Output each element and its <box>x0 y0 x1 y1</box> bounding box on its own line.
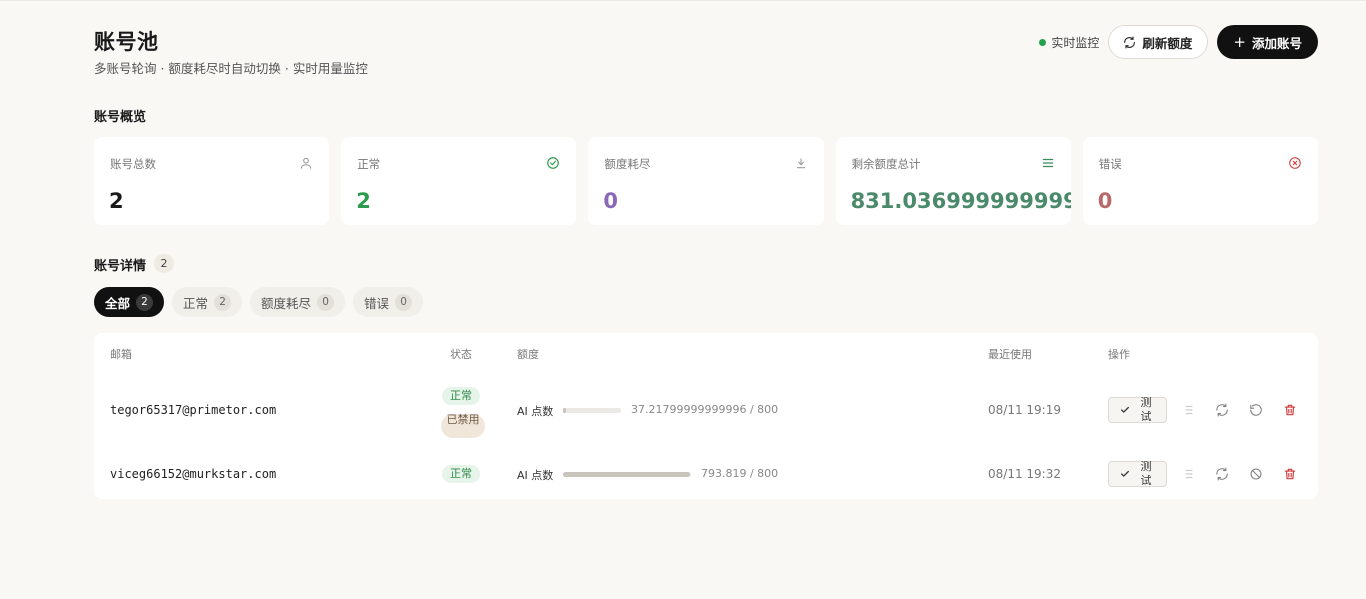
check-circle-icon <box>547 157 560 169</box>
plus-icon: + <box>1233 33 1246 51</box>
quota-progress-bar <box>563 472 691 477</box>
stat-card-error: 错误 0 <box>1082 137 1318 225</box>
status-dot-icon <box>1039 38 1047 46</box>
stat-value: 0 <box>603 189 618 213</box>
test-button[interactable]: 测试 <box>1108 460 1167 487</box>
check-icon <box>1121 406 1129 413</box>
quota-text: 793.819 / 800 <box>701 467 779 480</box>
page-title: 账号池 <box>94 30 159 54</box>
quota-progress-fill <box>563 472 690 477</box>
tab-label: 额度耗尽 <box>261 295 312 311</box>
monitor-label: 实时监控 <box>1051 35 1100 50</box>
status-badge-normal: 正常 <box>442 465 480 483</box>
column-header-email: 邮箱 <box>110 348 132 361</box>
column-header-status: 状态 <box>450 348 472 361</box>
test-button[interactable]: 测试 <box>1108 396 1167 423</box>
page-subtitle: 多账号轮询 · 额度耗尽时自动切换 · 实时用量监控 <box>94 61 368 76</box>
stat-value: 0 <box>1097 189 1113 213</box>
column-header-actions: 操作 <box>1108 348 1130 361</box>
status-badge-disabled: 已禁用 <box>441 414 485 438</box>
quota-label: AI 点数 <box>517 469 554 482</box>
quota-label: AI 点数 <box>517 405 554 418</box>
last-used-time: 08/11 19:32 <box>988 467 1061 481</box>
disable-icon[interactable] <box>1249 467 1263 481</box>
details-count-badge: 2 <box>154 254 174 273</box>
add-account-button[interactable]: + 添加账号 <box>1217 25 1318 59</box>
table-row: tegor65317@primetor.com 正常 已禁用 AI 点数 37.… <box>94 377 1318 443</box>
stat-card-remaining-total: 剩余额度总计 831.0369999999999 <box>835 137 1071 225</box>
table-row: viceg66152@murkstar.com 正常 AI 点数 793.819… <box>94 451 1318 495</box>
add-label: 添加账号 <box>1251 35 1302 51</box>
stat-card-total: 账号总数 2 <box>94 137 330 225</box>
user-icon <box>300 157 312 169</box>
tab-count: 0 <box>317 293 335 311</box>
stat-label: 账号总数 <box>110 157 156 171</box>
tab-all[interactable]: 全部 2 <box>94 287 165 317</box>
last-used-time: 08/11 19:19 <box>988 403 1061 417</box>
account-email: tegor65317@primetor.com <box>110 403 277 417</box>
quota-text: 37.21799999999996 / 800 <box>631 403 779 416</box>
filter-tabs: 全部 2 正常 2 额度耗尽 0 错误 0 <box>94 287 424 317</box>
stat-label: 剩余额度总计 <box>851 157 921 171</box>
stat-value: 831.0369999999999 <box>850 189 1071 213</box>
column-header-quota: 额度 <box>517 348 539 361</box>
column-header-last-used: 最近使用 <box>988 348 1032 361</box>
trash-icon[interactable] <box>1283 467 1297 481</box>
accounts-table: 邮箱 状态 额度 最近使用 操作 tegor65317@primetor.com… <box>94 333 1318 499</box>
tab-label: 全部 <box>105 295 131 311</box>
drag-handle-icon[interactable] <box>1182 467 1196 481</box>
stat-label: 错误 <box>1098 157 1122 171</box>
overview-cards: 账号总数 2 正常 2 额度耗尽 0 剩余额度总计 831.0369999999… <box>94 137 1318 225</box>
drag-handle-icon[interactable] <box>1182 403 1196 417</box>
top-divider <box>0 0 1366 1</box>
stat-card-normal: 正常 2 <box>341 137 577 225</box>
tab-count: 2 <box>214 293 232 311</box>
realtime-monitor-indicator: 实时监控 <box>1039 34 1099 51</box>
stat-value: 2 <box>109 189 124 213</box>
refresh-icon[interactable] <box>1215 403 1229 417</box>
refresh-label: 刷新额度 <box>1142 35 1193 51</box>
overview-title: 账号概览 <box>94 110 147 125</box>
tab-error[interactable]: 错误 0 <box>353 287 424 317</box>
tab-count: 2 <box>136 293 154 311</box>
header-actions: 实时监控 刷新额度 + 添加账号 <box>1039 25 1318 59</box>
tab-normal[interactable]: 正常 2 <box>172 287 243 317</box>
tab-count: 0 <box>395 293 413 311</box>
download-icon <box>796 158 805 169</box>
stat-value: 2 <box>356 189 371 213</box>
details-title: 账号详情 <box>94 259 147 274</box>
stat-label: 额度耗尽 <box>604 157 651 171</box>
status-badge-normal: 正常 <box>442 387 480 405</box>
refresh-icon <box>1124 35 1136 49</box>
enable-icon[interactable] <box>1249 403 1263 417</box>
tab-exhausted[interactable]: 额度耗尽 0 <box>250 287 346 317</box>
quota-progress-bar <box>563 408 621 413</box>
test-label: 测试 <box>1140 460 1152 487</box>
trash-icon[interactable] <box>1283 403 1297 417</box>
test-label: 测试 <box>1140 396 1152 423</box>
quota-progress-fill <box>563 408 566 413</box>
check-icon <box>1121 470 1129 477</box>
stat-card-exhausted: 额度耗尽 0 <box>588 137 824 225</box>
list-icon <box>1042 158 1053 168</box>
stat-label: 正常 <box>357 157 381 171</box>
tab-label: 错误 <box>364 295 390 311</box>
refresh-icon[interactable] <box>1215 467 1229 481</box>
account-email: viceg66152@murkstar.com <box>110 467 277 481</box>
x-circle-icon <box>1289 157 1301 169</box>
tab-label: 正常 <box>183 295 209 311</box>
refresh-quota-button[interactable]: 刷新额度 <box>1108 25 1209 59</box>
